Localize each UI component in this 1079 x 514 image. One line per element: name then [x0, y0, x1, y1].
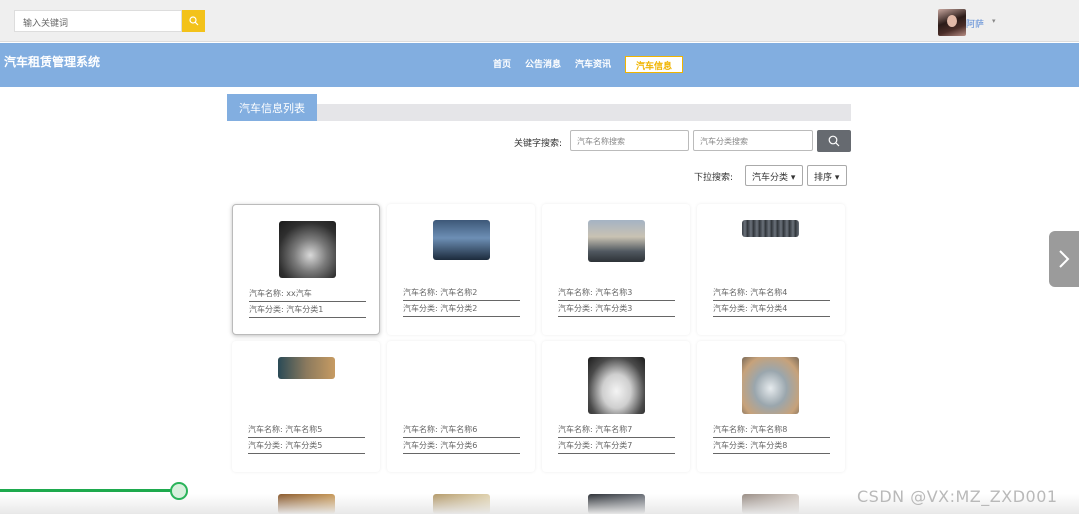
- car-card[interactable]: 汽车名称: 汽车名称5 汽车分类: 汽车分类5: [232, 341, 380, 472]
- car-image[interactable]: [433, 220, 490, 260]
- section-header: 汽车信息列表: [227, 94, 851, 121]
- car-card[interactable]: 汽车名称: 汽车名称6 汽车分类: 汽车分类6: [387, 341, 535, 472]
- car-category-key: 汽车分类:: [558, 441, 593, 450]
- car-category-key: 汽车分类:: [403, 304, 438, 313]
- car-category-row: 汽车分类: 汽车分类1: [249, 304, 366, 318]
- global-search-button[interactable]: [182, 10, 205, 32]
- car-category: 汽车分类5: [285, 441, 323, 450]
- car-category-row: 汽车分类: 汽车分类2: [403, 303, 520, 317]
- car-name: 汽车名称3: [595, 288, 633, 297]
- car-category-row: 汽车分类: 汽车分类3: [558, 303, 675, 317]
- watermark: CSDN @VX:MZ_ZXD001: [857, 487, 1058, 506]
- car-category-row: 汽车分类: 汽车分类8: [713, 440, 830, 454]
- car-name: xx汽车: [286, 289, 312, 298]
- car-name-row: 汽车名称: 汽车名称5: [248, 424, 365, 438]
- car-name-row: 汽车名称: 汽车名称4: [713, 287, 830, 301]
- dropdown-search-label: 下拉搜索:: [694, 173, 734, 183]
- nav-item-car-news[interactable]: 汽车资讯: [575, 57, 611, 70]
- car-category: 汽车分类8: [750, 441, 788, 450]
- car-name-key: 汽车名称:: [558, 288, 593, 297]
- car-card[interactable]: 汽车名称: xx汽车 汽车分类: 汽车分类1: [232, 204, 380, 335]
- car-category-key: 汽车分类:: [249, 305, 284, 314]
- car-name-row: 汽车名称: 汽车名称6: [403, 424, 520, 438]
- top-bar: 输入关键词 阿萨 ▾: [0, 0, 1079, 42]
- car-name: 汽车名称8: [750, 425, 788, 434]
- car-card[interactable]: 汽车名称: 汽车名称7 汽车分类: 汽车分类7: [542, 341, 690, 472]
- car-category-key: 汽车分类:: [248, 441, 283, 450]
- car-category-row: 汽车分类: 汽车分类7: [558, 440, 675, 454]
- section-header-bar: [227, 104, 851, 121]
- video-progress-bar[interactable]: [0, 489, 180, 492]
- car-name-key: 汽车名称:: [713, 288, 748, 297]
- car-image[interactable]: [278, 357, 335, 379]
- chevron-down-icon[interactable]: ▾: [992, 17, 996, 25]
- car-card[interactable]: 汽车名称: 汽车名称2 汽车分类: 汽车分类2: [387, 204, 535, 335]
- car-image[interactable]: [742, 220, 799, 237]
- car-name-key: 汽车名称:: [558, 425, 593, 434]
- section-title: 汽车信息列表: [227, 94, 317, 121]
- car-image[interactable]: [588, 357, 645, 414]
- car-name: 汽车名称2: [440, 288, 478, 297]
- car-category: 汽车分类7: [595, 441, 633, 450]
- site-title: 汽车租赁管理系统: [4, 55, 101, 69]
- car-card[interactable]: 汽车名称: 汽车名称8 汽车分类: 汽车分类8: [697, 341, 845, 472]
- car-name-key: 汽车名称:: [249, 289, 284, 298]
- car-name: 汽车名称5: [285, 425, 323, 434]
- car-name-row: 汽车名称: 汽车名称8: [713, 424, 830, 438]
- car-category: 汽车分类1: [286, 305, 324, 314]
- car-name-search-input[interactable]: 汽车名称搜索: [570, 130, 689, 151]
- category-dropdown[interactable]: 汽车分类 ▾: [745, 165, 803, 186]
- car-category-key: 汽车分类:: [713, 441, 748, 450]
- car-image[interactable]: [742, 357, 799, 414]
- filter-search-button[interactable]: [817, 130, 851, 152]
- caret-down-icon: ▾: [834, 173, 840, 183]
- car-name-key: 汽车名称:: [248, 425, 283, 434]
- car-name-key: 汽车名称:: [403, 288, 438, 297]
- car-name-row: 汽车名称: 汽车名称3: [558, 287, 675, 301]
- car-name: 汽车名称4: [750, 288, 788, 297]
- car-category-row: 汽车分类: 汽车分类6: [403, 440, 520, 454]
- car-image[interactable]: [588, 220, 645, 262]
- car-category: 汽车分类3: [595, 304, 633, 313]
- car-category-row: 汽车分类: 汽车分类5: [248, 440, 365, 454]
- car-image[interactable]: [279, 221, 336, 278]
- next-page-button[interactable]: [1049, 231, 1079, 287]
- category-dropdown-label: 汽车分类: [752, 173, 789, 183]
- car-category-key: 汽车分类:: [403, 441, 438, 450]
- video-progress-knob[interactable]: [170, 482, 189, 500]
- car-category-key: 汽车分类:: [558, 304, 593, 313]
- car-category-search-input[interactable]: 汽车分类搜索: [693, 130, 813, 151]
- nav-item-car-info[interactable]: 汽车信息: [625, 56, 684, 73]
- nav-item-announcements[interactable]: 公告消息: [525, 57, 561, 70]
- car-category-key: 汽车分类:: [713, 304, 748, 313]
- car-name-row: 汽车名称: 汽车名称2: [403, 287, 520, 301]
- search-icon: [828, 135, 840, 147]
- search-icon: [188, 16, 198, 26]
- caret-down-icon: ▾: [790, 173, 796, 183]
- sort-dropdown-label: 排序: [814, 173, 833, 183]
- nav-bar: 汽车租赁管理系统 首页 公告消息 汽车资讯 汽车信息: [0, 43, 1079, 87]
- car-category: 汽车分类2: [440, 304, 478, 313]
- sort-dropdown[interactable]: 排序 ▾: [807, 165, 847, 186]
- global-search-input[interactable]: 输入关键词: [14, 10, 182, 32]
- chevron-right-icon: [1059, 250, 1070, 268]
- user-avatar[interactable]: [938, 9, 966, 36]
- car-name: 汽车名称7: [595, 425, 633, 434]
- car-name-row: 汽车名称: 汽车名称7: [558, 424, 675, 438]
- nav-item-home[interactable]: 首页: [493, 57, 511, 70]
- keyword-search-label: 关键字搜索:: [514, 139, 563, 149]
- car-name-key: 汽车名称:: [403, 425, 438, 434]
- car-name-row: 汽车名称: xx汽车: [249, 288, 366, 302]
- car-category: 汽车分类6: [440, 441, 478, 450]
- username[interactable]: 阿萨: [966, 17, 984, 30]
- car-name-key: 汽车名称:: [713, 425, 748, 434]
- car-category-row: 汽车分类: 汽车分类4: [713, 303, 830, 317]
- car-card[interactable]: 汽车名称: 汽车名称4 汽车分类: 汽车分类4: [697, 204, 845, 335]
- car-name: 汽车名称6: [440, 425, 478, 434]
- car-card[interactable]: 汽车名称: 汽车名称3 汽车分类: 汽车分类3: [542, 204, 690, 335]
- car-category: 汽车分类4: [750, 304, 788, 313]
